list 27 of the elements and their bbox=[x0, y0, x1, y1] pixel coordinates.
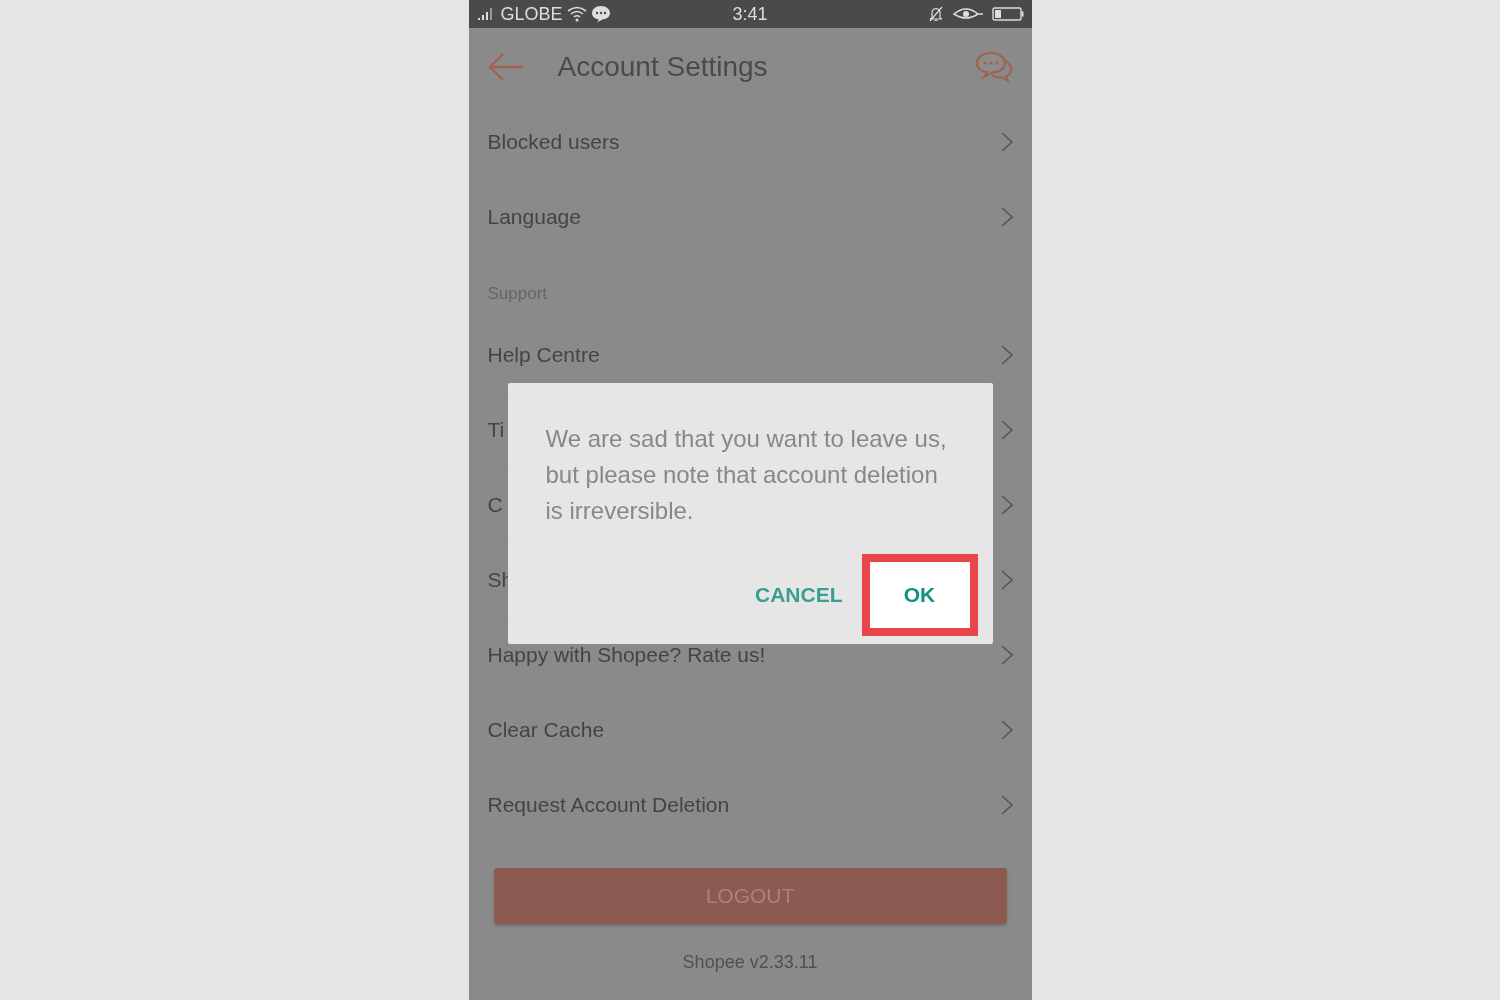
chevron-right-icon bbox=[1000, 132, 1013, 152]
chevron-right-icon bbox=[1000, 420, 1013, 440]
battery-icon bbox=[991, 7, 1024, 21]
chevron-right-icon bbox=[1000, 720, 1013, 740]
chevron-right-icon bbox=[1000, 645, 1013, 665]
menu-item[interactable]: Request Account Deletion bbox=[468, 768, 1032, 843]
chevron-right-icon bbox=[1000, 795, 1013, 815]
back-arrow-icon[interactable] bbox=[487, 52, 524, 81]
chevron-right-icon bbox=[1000, 495, 1013, 515]
app-version: Shopee v2.33.11 bbox=[682, 952, 818, 972]
chevron-right-icon bbox=[1000, 345, 1013, 365]
dialog-message: We are sad that you want to leave us, but please note that account deletion is irreversible. bbox=[545, 424, 948, 526]
page-title: Account Settings bbox=[557, 50, 769, 83]
chat-icon bbox=[590, 5, 611, 23]
wifi-icon bbox=[566, 6, 587, 22]
carrier-name: GLOBE bbox=[500, 3, 563, 25]
menu-item[interactable]: Blocked users bbox=[468, 105, 1032, 180]
dialog-button[interactable]: CANCEL bbox=[755, 575, 843, 615]
clock-time: 3:41 bbox=[732, 3, 768, 25]
menu-item[interactable]: Language bbox=[468, 180, 1032, 255]
chevron-right-icon bbox=[1000, 570, 1013, 590]
menu-item[interactable]: Clear Cache bbox=[468, 693, 1032, 768]
dialog-button[interactable]: OK bbox=[869, 562, 970, 628]
eye-icon bbox=[951, 7, 984, 21]
chat-bubbles-icon[interactable] bbox=[974, 50, 1013, 83]
chevron-right-icon bbox=[1000, 207, 1013, 227]
bell-muted-icon bbox=[927, 6, 944, 22]
